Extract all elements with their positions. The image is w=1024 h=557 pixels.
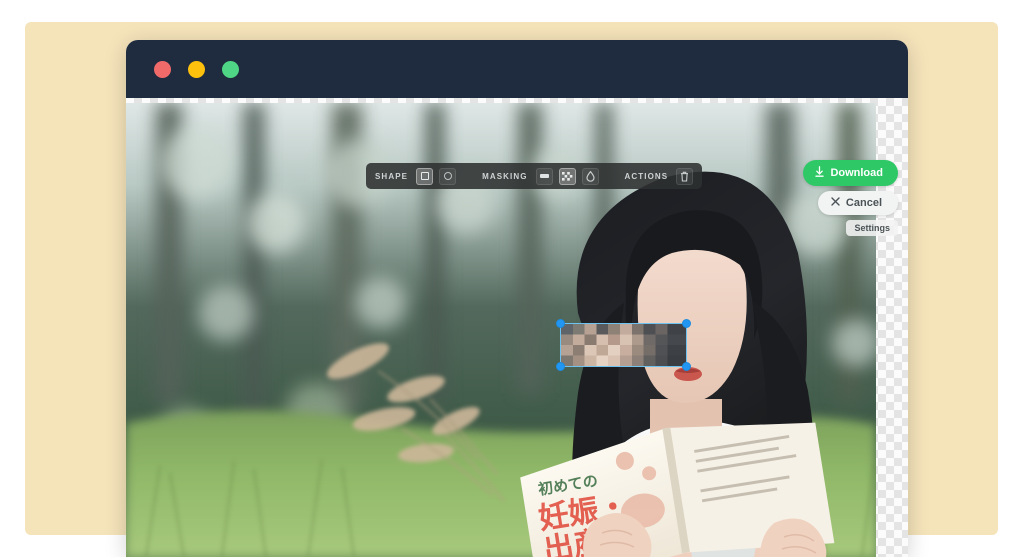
cancel-button[interactable]: Cancel	[817, 191, 898, 215]
page-root: 初めての 妊娠・ 出産 SHAPE MASKING ACTIONS Downlo…	[0, 0, 1024, 557]
resize-handle-bottom-left[interactable]	[556, 362, 565, 371]
delete-selection-button[interactable]	[676, 167, 694, 185]
resize-handle-top-right[interactable]	[682, 319, 691, 328]
mask-solid-button[interactable]	[535, 167, 553, 185]
resize-handle-bottom-right[interactable]	[682, 362, 691, 371]
masking-group-label: MASKING	[482, 171, 528, 181]
download-arrow-icon	[815, 166, 825, 180]
window-maximize-icon[interactable]	[222, 60, 239, 78]
side-actions: Download Cancel Settings	[803, 160, 898, 236]
window-minimize-icon[interactable]	[188, 60, 205, 78]
actions-group-label: ACTIONS	[624, 171, 669, 181]
mask-pixelate-button[interactable]	[558, 167, 576, 185]
resize-handle-top-left[interactable]	[556, 319, 565, 328]
shape-ellipse-button[interactable]	[439, 167, 457, 185]
close-x-icon	[831, 197, 840, 209]
mask-selection-box[interactable]	[556, 319, 691, 371]
trash-icon	[680, 171, 689, 182]
shape-group-label: SHAPE	[375, 171, 409, 181]
download-button-label: Download	[830, 167, 883, 179]
app-window: 初めての 妊娠・ 出産 SHAPE MASKING ACTIONS Downlo…	[126, 40, 908, 557]
window-close-icon[interactable]	[154, 60, 171, 78]
edit-toolbar: SHAPE MASKING ACTIONS	[366, 163, 703, 189]
shape-rectangle-button[interactable]	[416, 167, 434, 185]
window-titlebar	[126, 40, 908, 98]
circle-icon	[443, 172, 452, 180]
square-icon	[420, 172, 429, 180]
solid-bar-icon	[539, 174, 549, 178]
blur-drop-icon	[585, 170, 595, 182]
download-button[interactable]: Download	[803, 160, 898, 186]
editor-canvas[interactable]: 初めての 妊娠・ 出産 SHAPE MASKING ACTIONS Downlo…	[126, 98, 908, 557]
pixelate-overlay	[561, 324, 686, 366]
pixelate-icon	[561, 171, 573, 181]
mask-blur-button[interactable]	[581, 167, 599, 185]
settings-button[interactable]: Settings	[846, 220, 898, 236]
cancel-button-label: Cancel	[845, 197, 882, 209]
